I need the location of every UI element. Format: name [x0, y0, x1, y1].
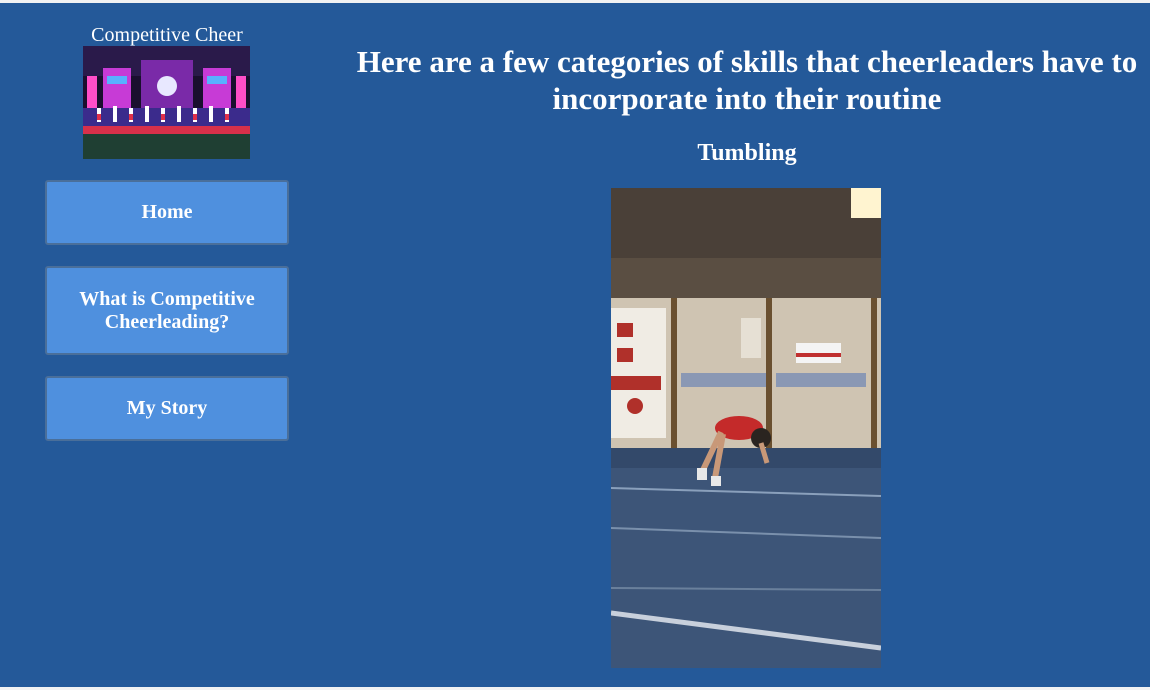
page-heading: Here are a few categories of skills that…: [356, 44, 1138, 116]
page: Competitive Cheer Home What is Competiti…: [0, 3, 1150, 687]
tumbling-image: [611, 188, 881, 668]
nav-my-story-button[interactable]: My Story: [45, 376, 289, 441]
nav-what-is-button[interactable]: What is Competitive Cheerleading?: [45, 266, 289, 355]
site-title: Competitive Cheer: [91, 24, 243, 46]
nav-home-button[interactable]: Home: [45, 180, 289, 245]
section-title: Tumbling: [697, 140, 797, 166]
cheer-team-logo-image: [83, 46, 250, 159]
